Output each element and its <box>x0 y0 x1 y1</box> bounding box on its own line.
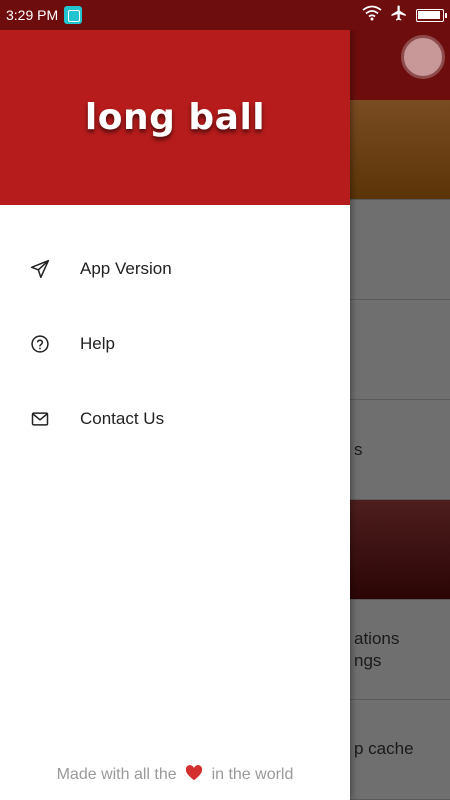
status-icons <box>362 4 447 27</box>
screen-record-icon <box>64 6 83 24</box>
background-card <box>350 100 450 200</box>
footer-suffix: in the world <box>211 766 294 783</box>
menu-item-label: Help <box>80 333 115 353</box>
footer-prefix: Made with all the <box>56 766 177 783</box>
background-card <box>350 300 450 400</box>
drawer-menu: App Version Help Contact Us <box>0 205 350 456</box>
menu-item-contact-us[interactable]: Contact Us <box>0 381 350 456</box>
background-card-text: ations <box>354 629 400 648</box>
avatar[interactable] <box>401 35 445 79</box>
menu-item-help[interactable]: Help <box>0 306 350 381</box>
battery-icon <box>416 8 447 22</box>
background-card <box>350 400 450 500</box>
status-time: 3:29 PM <box>6 7 59 23</box>
menu-item-label: App Version <box>80 258 172 278</box>
menu-item-label: Contact Us <box>80 408 165 428</box>
background-card-text: s <box>354 440 363 459</box>
background-card <box>350 200 450 300</box>
send-icon <box>30 259 50 279</box>
mail-icon <box>30 409 50 429</box>
navigation-drawer: long ball App Version Help Contact Us Ma… <box>0 30 350 800</box>
heart-icon <box>185 765 203 786</box>
drawer-header: long ball <box>0 30 350 205</box>
status-bar: 3:29 PM <box>0 0 450 30</box>
background-card-text: p cache <box>354 739 414 758</box>
menu-item-app-version[interactable]: App Version <box>0 231 350 306</box>
airplane-icon <box>390 4 408 27</box>
drawer-footer: Made with all the in the world <box>0 765 350 786</box>
wifi-icon <box>362 5 382 26</box>
background-card-text: ngs <box>354 651 382 670</box>
app-title: long ball <box>84 97 266 138</box>
help-circle-icon <box>30 334 50 354</box>
background-card <box>350 500 450 600</box>
